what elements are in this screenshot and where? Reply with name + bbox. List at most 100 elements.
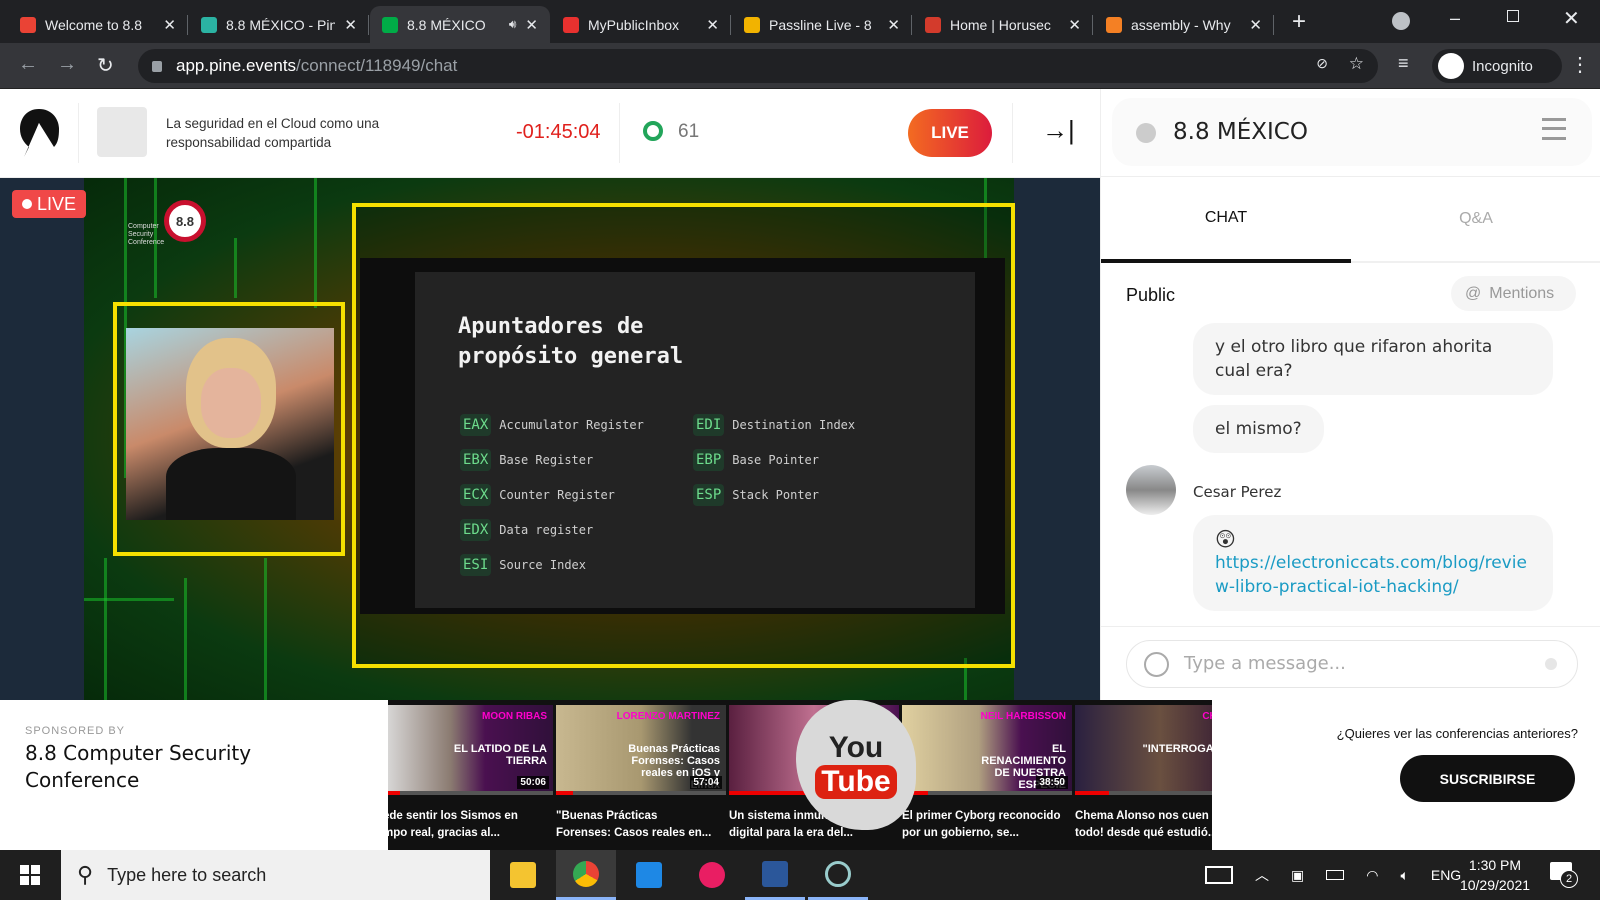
- new-tab-button[interactable]: +: [1292, 8, 1306, 36]
- video-caption[interactable]: El primer Cyborg reconocido por un gobier…: [902, 808, 1072, 842]
- file-explorer-icon[interactable]: [493, 850, 553, 900]
- tab-search-icon[interactable]: [1392, 12, 1410, 30]
- youtube-logo-text: Tube: [815, 765, 897, 799]
- video-thumbnail[interactable]: LORENZO MARTINEZ Buenas Prácticas Forense…: [556, 705, 726, 795]
- taskbar-search[interactable]: ⚲ Type here to search: [61, 850, 490, 900]
- tab-chat[interactable]: CHAT: [1101, 177, 1351, 263]
- minimize-button[interactable]: –: [1450, 8, 1460, 29]
- slide-title-line-2: propósito general: [458, 344, 684, 369]
- register-row: EDI Destination Index: [693, 407, 855, 442]
- register-code: EDX: [460, 518, 492, 541]
- browser-tab[interactable]: 8.8 MÉXICO - Pine ✕: [189, 6, 369, 43]
- action-center-icon[interactable]: 2: [1550, 862, 1578, 888]
- session-title: La seguridad en el Cloud como una respon…: [166, 116, 380, 150]
- caption-line: todo! desde qué estudió...: [1075, 827, 1212, 839]
- camera-icon[interactable]: ▣: [1291, 867, 1304, 884]
- pine-icon: [201, 16, 217, 33]
- tab-qa[interactable]: Q&A: [1351, 177, 1600, 263]
- presenter-video: [126, 328, 334, 520]
- show-hidden-icons-chevron[interactable]: ︿: [1255, 865, 1269, 885]
- register-code: ESP: [693, 483, 725, 506]
- chrome-icon[interactable]: [556, 850, 616, 900]
- browser-tab[interactable]: 8.8 MÉXICO 🔊︎ ✕: [370, 6, 550, 43]
- tab-title: Passline Live - 8: [769, 16, 872, 33]
- bookmark-star-icon[interactable]: ☆: [1349, 54, 1364, 74]
- mypublicinbox-icon: [563, 16, 579, 33]
- video-player[interactable]: 8.8 Computer Security Conference Apuntad…: [0, 178, 1100, 700]
- conference-logo: 8.8: [164, 200, 206, 242]
- forward-button[interactable]: →: [57, 53, 77, 76]
- channel-public[interactable]: Public: [1126, 285, 1175, 306]
- close-tab-icon[interactable]: ✕: [1068, 16, 1081, 34]
- live-dot-icon: [22, 199, 32, 209]
- url-bar[interactable]: app.pine.events/connect/118949/chat ☆ ⊘: [138, 49, 1378, 83]
- viewer-count: 61: [678, 121, 700, 142]
- incognito-profile-button[interactable]: Incognito: [1432, 49, 1562, 83]
- video-thumbnail[interactable]: NEIL HARBISSON EL RENACIMIENTO DE NUESTRA…: [902, 705, 1072, 795]
- close-tab-icon[interactable]: ✕: [344, 16, 357, 34]
- tracking-eye-off-icon[interactable]: ⊘: [1316, 55, 1328, 72]
- close-tab-icon[interactable]: ✕: [525, 16, 538, 34]
- thumbnail-speaker: CHEMA: [1202, 711, 1212, 722]
- close-tab-icon[interactable]: ✕: [1249, 16, 1262, 34]
- message-link[interactable]: https://electroniccats.com/blog/review-l…: [1215, 551, 1531, 599]
- stackoverflow-icon: [1106, 16, 1122, 33]
- cortana-icon[interactable]: [808, 850, 868, 900]
- sponsor-strip: SPONSORED BY 8.8 Computer Security Confe…: [0, 700, 1600, 850]
- avatar[interactable]: [1126, 465, 1176, 515]
- video-duration: 57:04: [690, 776, 722, 789]
- close-tab-icon[interactable]: ✕: [887, 16, 900, 34]
- watch-progress: [556, 791, 726, 795]
- app-icon[interactable]: [619, 850, 679, 900]
- watch-progress: [902, 791, 1072, 795]
- browser-tab[interactable]: assembly - Why ✕: [1094, 6, 1274, 43]
- cta-question: ¿Quieres ver las conferencias anteriores…: [1336, 726, 1578, 741]
- close-tab-icon[interactable]: ✕: [163, 16, 176, 34]
- battery-icon[interactable]: [1326, 870, 1345, 880]
- restore-button[interactable]: [1507, 10, 1519, 22]
- reload-button[interactable]: ↻: [97, 53, 114, 78]
- video-caption[interactable]: Chema Alonso nos cuen todo! desde qué est…: [1075, 808, 1212, 842]
- message-input-placeholder: Type a message...: [1184, 653, 1346, 674]
- windows-start-icon[interactable]: [0, 850, 60, 900]
- register-row: EBP Base Pointer: [693, 442, 855, 477]
- room-header: 8.8 MÉXICO: [1112, 98, 1592, 166]
- news-widget-icon[interactable]: [1205, 866, 1233, 884]
- menu-kebab-icon[interactable]: ⋮: [1570, 52, 1590, 77]
- register-row: ESP Stack Ponter: [693, 477, 855, 512]
- youtube-logo-text: You: [828, 731, 884, 764]
- sponsor-name[interactable]: 8.8 Computer Security Conference: [25, 740, 295, 794]
- live-button[interactable]: LIVE: [908, 109, 992, 157]
- wifi-icon[interactable]: ◠: [1366, 867, 1378, 884]
- video-caption[interactable]: ede sentir los Sismos en mpo real, gracia…: [388, 808, 553, 842]
- browser-tab[interactable]: Home | Horusec ✕: [913, 6, 1093, 43]
- hamburger-menu-icon[interactable]: [1542, 118, 1566, 140]
- clock[interactable]: 1:30 PM 10/29/2021: [1450, 855, 1540, 895]
- volume-icon[interactable]: 🔈︎: [1400, 867, 1408, 884]
- close-tab-icon[interactable]: ✕: [706, 16, 719, 34]
- subscribe-button[interactable]: SUSCRIBIRSE: [1400, 755, 1575, 802]
- sponsored-label: SPONSORED BY: [25, 725, 126, 737]
- send-indicator-icon[interactable]: [1545, 658, 1557, 670]
- browser-tab[interactable]: MyPublicInbox ✕: [551, 6, 731, 43]
- mentions-label: Mentions: [1489, 284, 1555, 302]
- emoji-picker-icon[interactable]: [1144, 652, 1169, 677]
- browser-tab[interactable]: Welcome to 8.8 ✕: [8, 6, 188, 43]
- browser-tab[interactable]: Passline Live - 8 ✕: [732, 6, 912, 43]
- word-icon[interactable]: [745, 850, 805, 900]
- video-caption[interactable]: "Buenas Prácticas Forenses: Casos reales …: [556, 808, 726, 842]
- reading-list-icon[interactable]: ≡: [1398, 53, 1409, 74]
- close-window-button[interactable]: ✕: [1563, 6, 1580, 31]
- audio-playing-icon[interactable]: 🔊︎: [509, 17, 517, 32]
- message-author[interactable]: Cesar Perez: [1193, 483, 1281, 501]
- mentions-button[interactable]: @ Mentions: [1451, 276, 1576, 311]
- video-thumbnail[interactable]: MOON RIBAS EL LATIDO DE LA TIERRA 50:06: [388, 705, 553, 795]
- itunes-icon[interactable]: [682, 850, 742, 900]
- back-button[interactable]: ←: [18, 53, 38, 76]
- live-badge-label: LIVE: [37, 193, 77, 214]
- caption-line: mpo real, gracias al...: [388, 827, 500, 839]
- register-code: EBP: [693, 448, 725, 471]
- collapse-panel-icon[interactable]: →|: [1042, 115, 1075, 146]
- video-thumbnail[interactable]: CHEMA "INTERROGATORI A CH: [1075, 705, 1212, 795]
- message-input[interactable]: Type a message...: [1126, 640, 1578, 688]
